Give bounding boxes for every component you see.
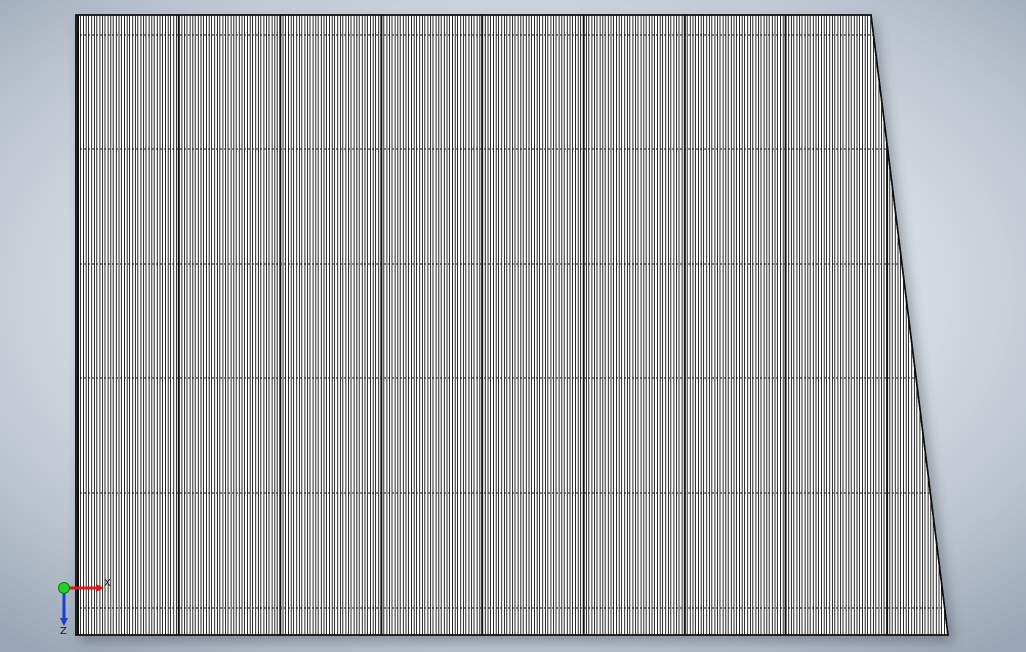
reference-triad: X Z <box>58 578 111 636</box>
x-axis-arrowhead <box>96 584 104 592</box>
x-axis-label: X <box>104 578 111 589</box>
cad-model-view[interactable] <box>0 0 1026 652</box>
z-axis-arrowhead <box>60 618 68 626</box>
triad-origin <box>58 582 70 594</box>
z-axis-label: Z <box>60 626 67 636</box>
graphics-viewport[interactable]: X Z <box>0 0 1026 652</box>
